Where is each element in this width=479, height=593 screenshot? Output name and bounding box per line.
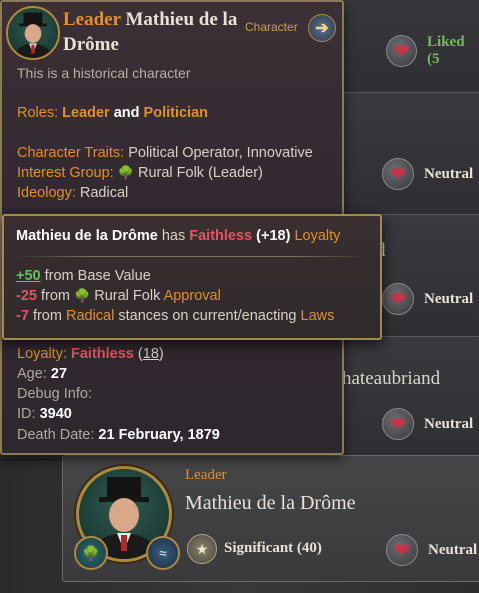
- role-leader: Leader: [62, 105, 110, 121]
- loyalty-breakdown-line: +50 from Base Value: [16, 268, 151, 284]
- relation-label: Neutral: [424, 165, 474, 182]
- loyalty-breakdown-line: -25 from 🌳 Rural Folk Approval: [16, 288, 221, 304]
- ig-name: Rural Folk: [137, 165, 205, 181]
- divider: [16, 256, 370, 257]
- clout-value[interactable]: Significant (40): [224, 540, 322, 557]
- roles-join: and: [113, 105, 140, 121]
- loyalty-label: Loyalty:: [17, 346, 67, 362]
- card-role: Leader: [185, 467, 227, 483]
- loyalty-status: Faithless: [71, 346, 134, 362]
- relation-label: Neutral: [428, 541, 478, 558]
- lt-ig: Rural Folk: [94, 288, 161, 304]
- id-label: ID:: [17, 406, 36, 422]
- heart-icon: ❤: [382, 158, 414, 190]
- loyalty-tooltip-header: Mathieu de la Drôme has Faithless (+18) …: [16, 228, 340, 244]
- character-portrait: [6, 6, 60, 60]
- ideology-icon[interactable]: ≈: [146, 536, 180, 570]
- lt-text: from Base Value: [44, 268, 151, 284]
- card-name[interactable]: Mathieu de la Drôme: [185, 492, 356, 515]
- lt-text: from: [32, 308, 62, 324]
- heart-icon: ❤: [386, 35, 418, 67]
- death-label: Death Date:: [17, 427, 95, 443]
- tooltip-title: Leader Mathieu de la Drôme: [63, 7, 243, 57]
- lt-status: Faithless: [189, 228, 253, 244]
- character-name: hateaubriand: [342, 368, 441, 389]
- age-line: Age: 27: [17, 366, 67, 382]
- lt-loyalty-word: Loyalty: [294, 228, 341, 244]
- portrait-image: [13, 12, 53, 58]
- loyalty-breakdown-line: -7 from Radical stances on current/enact…: [16, 308, 334, 324]
- relation-status[interactable]: ❤ Neutral: [386, 534, 477, 566]
- heart-icon: ❤: [382, 408, 414, 440]
- historical-note: This is a historical character: [17, 65, 191, 81]
- arrow-right-icon[interactable]: ➔: [308, 14, 336, 42]
- lt-name: Mathieu de la Drôme: [16, 228, 158, 244]
- traits-label: Character Traits:: [17, 145, 125, 161]
- lt-value: +50: [16, 268, 41, 284]
- lt-delta: (+18): [256, 228, 291, 244]
- tree-icon: 🌳: [117, 165, 134, 180]
- ig-label: Interest Group:: [17, 165, 114, 181]
- lt-approval: Approval: [163, 288, 221, 304]
- role-politician: Politician: [143, 105, 209, 121]
- relation-status[interactable]: ❤ Neutral: [382, 408, 473, 440]
- age-label: Age:: [17, 366, 47, 382]
- title-role: Leader: [63, 9, 121, 30]
- relation-label: Neutral: [424, 290, 474, 307]
- relation-label: Neutral: [424, 415, 474, 432]
- interest-group-icon[interactable]: 🌳: [74, 536, 108, 570]
- ig-suffix: (Leader): [208, 165, 263, 181]
- roles-label: Roles:: [17, 105, 59, 121]
- lt-value: -25: [16, 288, 37, 304]
- relation-label: Liked (5: [427, 34, 465, 67]
- loyalty-line: Loyalty: Faithless (18): [17, 346, 164, 362]
- relation-status[interactable]: ❤ Neutral: [382, 283, 473, 315]
- traits-value: Political Operator, Innovative: [128, 145, 313, 161]
- id-value: 3940: [39, 406, 72, 422]
- lt-text: from: [41, 288, 70, 304]
- ideology-line: Ideology: Radical: [17, 185, 128, 201]
- ideology-value: Radical: [79, 185, 129, 201]
- clout-icon: ★: [187, 534, 217, 564]
- interest-group-line: Interest Group: 🌳 Rural Folk (Leader): [17, 165, 263, 181]
- loyalty-tooltip: Mathieu de la Drôme has Faithless (+18) …: [2, 214, 382, 340]
- lt-laws: Laws: [300, 308, 335, 324]
- tree-icon: 🌳: [74, 288, 91, 303]
- relation-status[interactable]: ❤ Liked (5: [386, 34, 479, 68]
- age-value: 27: [50, 366, 68, 382]
- death-line: Death Date: 21 February, 1879: [17, 427, 220, 443]
- lt-value: -7: [16, 308, 29, 324]
- lt-mid: stances on current/enacting: [118, 308, 297, 324]
- debug-label: Debug Info:: [17, 386, 92, 402]
- heart-icon: ❤: [382, 283, 414, 315]
- roles-line: Roles: Leader and Politician: [17, 105, 208, 121]
- death-date: 21 February, 1879: [98, 427, 220, 443]
- ideology-label: Ideology:: [17, 185, 76, 201]
- lt-ideology: Radical: [65, 308, 115, 324]
- traits-line: Character Traits: Political Operator, In…: [17, 145, 313, 161]
- heart-icon: ❤: [386, 534, 418, 566]
- tooltip-type-label: Character: [245, 20, 298, 34]
- relation-status[interactable]: ❤ Neutral: [382, 158, 473, 190]
- loyalty-value[interactable]: 18: [143, 346, 159, 362]
- lt-has: has: [161, 228, 186, 244]
- id-line: ID: 3940: [17, 406, 72, 422]
